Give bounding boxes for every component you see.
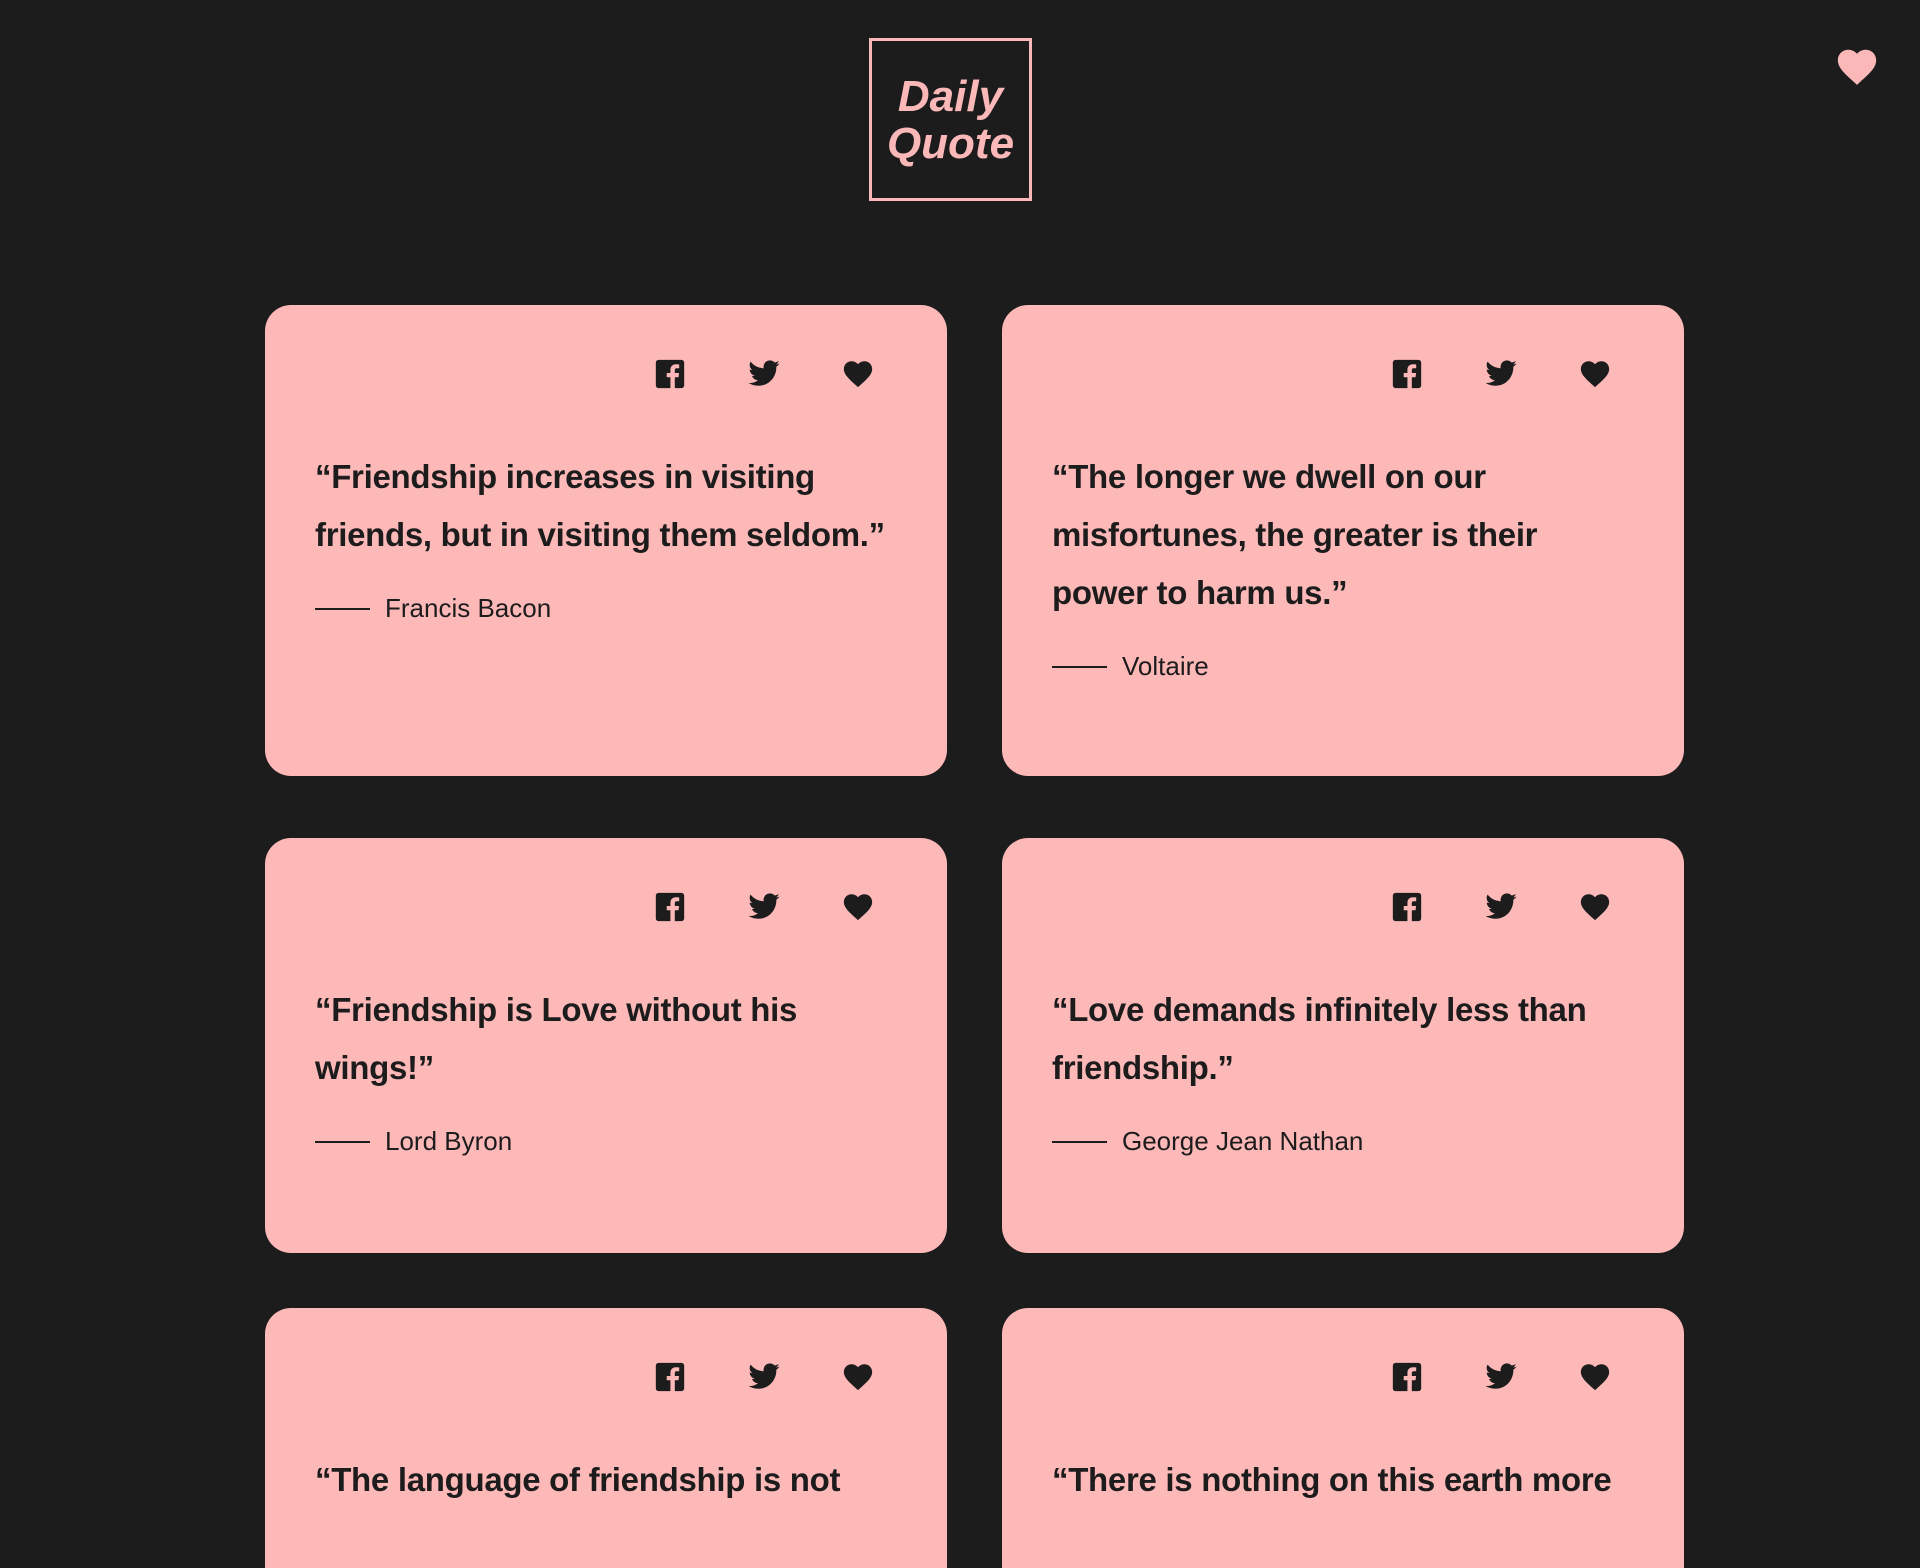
author-name: Francis Bacon	[385, 593, 552, 623]
quote-card: “The language of friendship is not	[265, 1308, 947, 1568]
share-icons	[653, 357, 875, 391]
share-icons	[1390, 1360, 1612, 1394]
share-icons	[1390, 890, 1612, 924]
twitter-icon[interactable]	[1484, 357, 1518, 391]
twitter-icon[interactable]	[747, 890, 781, 924]
quote-text: “The longer we dwell on our misfortunes,…	[1052, 458, 1538, 611]
author-dash	[1052, 1140, 1107, 1143]
facebook-icon[interactable]	[653, 890, 687, 924]
favorites-heart-icon[interactable]	[1834, 44, 1880, 90]
share-icons	[653, 1360, 875, 1394]
quote-card: “Friendship is Love without his wings!” …	[265, 838, 947, 1253]
facebook-icon[interactable]	[1390, 357, 1424, 391]
quote-card: “The longer we dwell on our misfortunes,…	[1002, 305, 1684, 776]
share-icons	[653, 890, 875, 924]
facebook-icon[interactable]	[1390, 1360, 1424, 1394]
quote-author: George Jean Nathan	[1052, 1126, 1363, 1157]
author-name: Lord Byron	[385, 1126, 513, 1156]
facebook-icon[interactable]	[653, 1360, 687, 1394]
facebook-icon[interactable]	[653, 357, 687, 391]
twitter-icon[interactable]	[747, 357, 781, 391]
quote-author: Voltaire	[1052, 651, 1209, 682]
quote-text: “Friendship is Love without his wings!”	[315, 991, 798, 1086]
heart-icon[interactable]	[841, 1360, 875, 1394]
site-logo[interactable]: Daily Quote	[869, 38, 1032, 201]
quote-card: “There is nothing on this earth more	[1002, 1308, 1684, 1568]
author-name: George Jean Nathan	[1122, 1126, 1364, 1156]
quote-text: “Love demands infinitely less than frien…	[1052, 991, 1587, 1086]
twitter-icon[interactable]	[1484, 890, 1518, 924]
heart-icon[interactable]	[1578, 1360, 1612, 1394]
author-dash	[1052, 665, 1107, 668]
share-icons	[1390, 357, 1612, 391]
logo-line-2: Quote	[886, 118, 1015, 168]
heart-icon[interactable]	[1578, 890, 1612, 924]
quote-author: Lord Byron	[315, 1126, 512, 1157]
quote-card: “Love demands infinitely less than frien…	[1002, 838, 1684, 1253]
heart-icon[interactable]	[1578, 357, 1612, 391]
quote-text: “The language of friendship is not	[315, 1461, 841, 1498]
quote-text: “Friendship increases in visiting friend…	[315, 458, 885, 553]
author-dash	[315, 1140, 370, 1143]
quote-card: “Friendship increases in visiting friend…	[265, 305, 947, 776]
heart-icon[interactable]	[841, 890, 875, 924]
twitter-icon[interactable]	[747, 1360, 781, 1394]
facebook-icon[interactable]	[1390, 890, 1424, 924]
author-name: Voltaire	[1122, 651, 1209, 681]
author-dash	[315, 607, 370, 610]
quote-text: “There is nothing on this earth more	[1052, 1461, 1612, 1498]
quote-author: Francis Bacon	[315, 593, 551, 624]
twitter-icon[interactable]	[1484, 1360, 1518, 1394]
logo-line-1: Daily	[897, 71, 1004, 121]
heart-icon[interactable]	[841, 357, 875, 391]
